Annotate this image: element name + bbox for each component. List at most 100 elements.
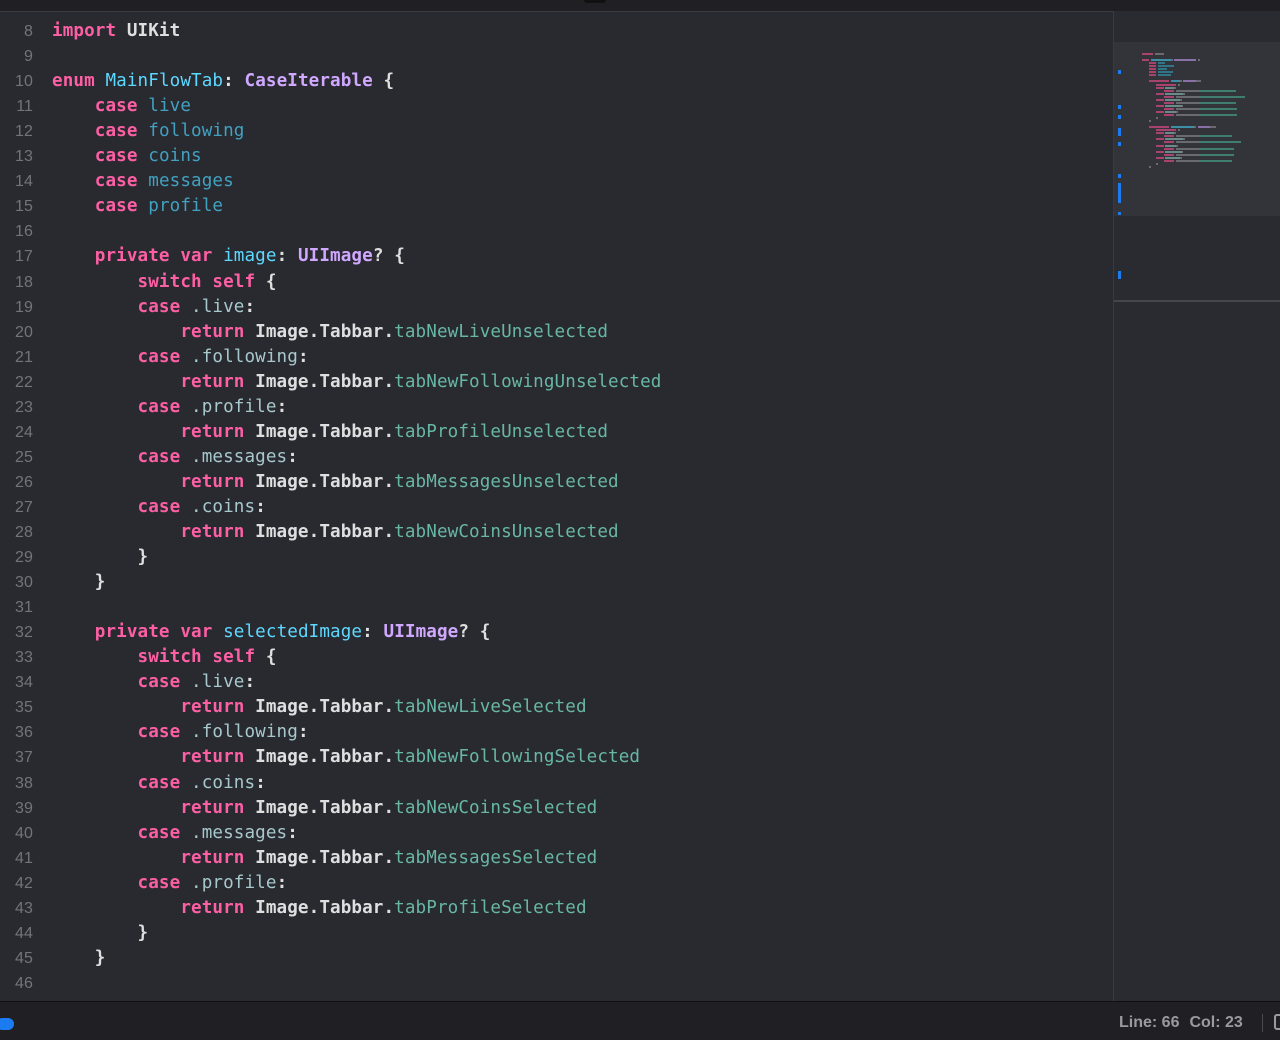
- line-number: 13: [15, 148, 33, 166]
- minimap-mark: [1154, 53, 1164, 55]
- code-token-plain: Image.Tabbar.: [244, 471, 395, 492]
- code-text: case .live:: [52, 670, 256, 695]
- minimap-mark: [1156, 117, 1159, 120]
- minimap-mark: [1163, 141, 1175, 144]
- minimap-mark: [1183, 138, 1186, 141]
- line-number: 39: [15, 799, 33, 817]
- line-number: 31: [15, 599, 33, 617]
- code-token-kw: case: [137, 496, 181, 517]
- code-token-plain: Image.Tabbar.: [244, 847, 395, 868]
- minimap-mark: [1156, 86, 1164, 89]
- line-number: 46: [15, 974, 33, 992]
- minimap-mark: [1170, 59, 1173, 62]
- line-number: 12: [15, 123, 33, 141]
- code-token-mem: .following: [180, 346, 298, 367]
- line-number: 28: [15, 524, 33, 541]
- minimap-mark: [1149, 165, 1151, 168]
- code-text: case .coins:: [52, 495, 266, 520]
- line-number: 44: [15, 924, 33, 942]
- code-token-plain: }: [52, 547, 149, 568]
- code-token-plain: :: [276, 396, 288, 417]
- minimap-change-marker: [1118, 212, 1121, 215]
- minimap-change-marker: [1118, 183, 1121, 203]
- code-token-decl: image: [223, 246, 277, 267]
- line-number: 36: [15, 724, 33, 742]
- code-text: }: [52, 570, 106, 595]
- minimap-mark: [1176, 101, 1200, 104]
- status-divider: [1262, 1014, 1263, 1032]
- code-token-case: messages: [148, 171, 234, 192]
- minimap-mark: [1142, 53, 1153, 55]
- code-token-prop: tabNewCoinsSelected: [394, 797, 598, 818]
- line-number: 14: [15, 173, 33, 191]
- minimap-mark: [1196, 80, 1202, 83]
- code-text: return Image.Tabbar.tabMessagesUnselecte…: [52, 470, 619, 495]
- minimap-mark: [1158, 62, 1166, 65]
- minimap-mark: [1176, 147, 1200, 150]
- minimap-mark: [1156, 138, 1164, 141]
- minimap[interactable]: [1113, 11, 1280, 1001]
- code-text: return Image.Tabbar.tabNewCoinsUnselecte…: [52, 520, 619, 545]
- window-top-bar: [0, 0, 1280, 12]
- code-token-type: UIImage: [297, 246, 373, 267]
- code-token-kw: case: [137, 446, 181, 467]
- minimap-mark: [1178, 129, 1180, 132]
- code-text: return Image.Tabbar.tabNewFollowingSelec…: [52, 745, 640, 770]
- code-token-prop: tabProfileUnselected: [394, 421, 609, 442]
- code-editor[interactable]: 8 import UIKit 9 10 enum MainFlowTab: CaseIt…: [0, 19, 1113, 1001]
- cursor-position[interactable]: Line: 66 Col: 23: [1119, 1014, 1253, 1032]
- minimap-mark: [1149, 126, 1169, 129]
- minimap-mark: [1156, 162, 1159, 165]
- code-token-prop: tabMessagesSelected: [394, 847, 598, 868]
- line-number: 37: [15, 749, 33, 767]
- code-token-decl: selectedImage: [223, 622, 363, 643]
- line-number: 43: [15, 899, 33, 917]
- code-token-kw: return: [180, 471, 245, 492]
- code-token-mem: .coins: [180, 772, 256, 793]
- minimap-mark: [1158, 71, 1173, 74]
- minimap-mark: [1179, 98, 1182, 101]
- code-text: }: [52, 946, 106, 971]
- line-number: 16: [15, 223, 33, 241]
- document-icon[interactable]: [1274, 1014, 1280, 1030]
- code-token-plain: {: [255, 647, 277, 668]
- code-token-plain: Image.Tabbar.: [244, 522, 395, 542]
- minimap-mark: [1199, 153, 1234, 156]
- code-token-kw: return: [180, 897, 245, 918]
- code-token-plain: }: [52, 947, 106, 968]
- line-number: 24: [15, 423, 33, 441]
- line-number: 10: [15, 73, 33, 91]
- minimap-mark: [1165, 86, 1175, 89]
- code-token-plain: {: [372, 71, 395, 92]
- minimap-mark: [1163, 114, 1175, 116]
- code-text: return Image.Tabbar.tabProfileSelected: [52, 896, 587, 921]
- code-token-kw: private var: [94, 246, 213, 267]
- minimap-visible-region[interactable]: [1114, 42, 1280, 216]
- minimap-mark: [1149, 68, 1157, 71]
- minimap-change-marker: [1118, 128, 1121, 136]
- minimap-mark: [1199, 89, 1236, 92]
- minimap-mark: [1165, 110, 1177, 113]
- line-number: 35: [15, 699, 33, 717]
- line-number: 25: [15, 448, 33, 466]
- code-token-kw: case: [137, 346, 181, 367]
- line-number: 18: [15, 273, 33, 291]
- code-token-plain: Image.Tabbar.: [244, 747, 395, 768]
- code-text: return Image.Tabbar.tabNewLiveSelected: [52, 695, 587, 720]
- code-token-prop: tabMessagesUnselected: [394, 471, 619, 492]
- code-token-prop: tabNewCoinsUnselected: [394, 522, 619, 542]
